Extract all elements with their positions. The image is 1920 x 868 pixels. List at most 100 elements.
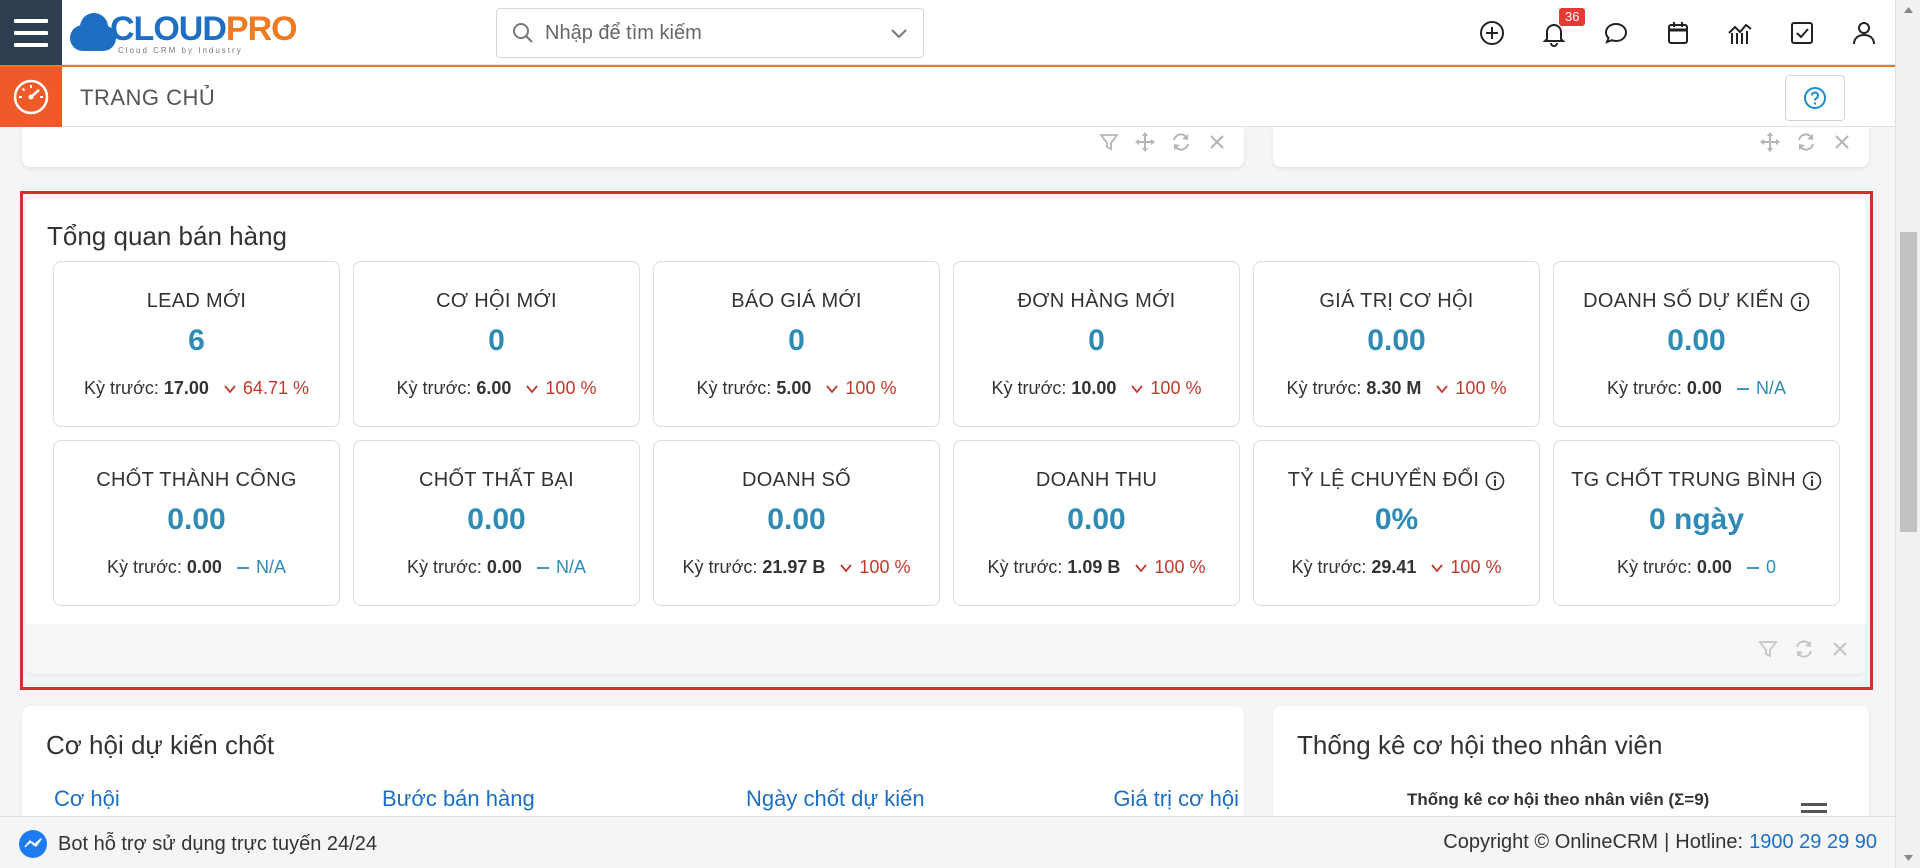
menu-toggle-button[interactable] xyxy=(0,0,62,65)
scroll-up-icon[interactable] xyxy=(1896,0,1920,20)
column-header-sales-stage[interactable]: Bước bán hàng xyxy=(382,786,535,812)
previous-period-value: 0.00 xyxy=(1686,378,1722,398)
kpi-label: BÁO GIÁ MỚI xyxy=(654,290,939,313)
trend-value: 100 % xyxy=(1150,378,1202,398)
kpi-label: GIÁ TRỊ CƠ HỘI xyxy=(1254,290,1539,313)
column-header-close-date[interactable]: Ngày chốt dự kiến xyxy=(746,786,925,812)
filter-icon xyxy=(1099,134,1119,151)
upper-widget-right xyxy=(1273,127,1869,167)
move-button[interactable] xyxy=(1134,131,1156,153)
scroll-down-icon[interactable] xyxy=(1896,848,1920,868)
search-input[interactable]: Nhập để tìm kiếm xyxy=(545,22,889,45)
kpi-grid: LEAD MỚI 6 Kỳ trước: 17.00 64.71 % CƠ HỘI MỚI… xyxy=(53,261,1844,606)
kpi-label: CƠ HỘI MỚI xyxy=(354,290,639,313)
chevron-down-icon xyxy=(224,384,236,393)
previous-period-label: Kỳ trước: xyxy=(84,378,159,398)
column-header-deal[interactable]: Cơ hội xyxy=(54,786,120,812)
info-icon[interactable] xyxy=(1802,471,1822,491)
kpi-previous-period: Kỳ trước: 0.00 N/A xyxy=(54,557,339,578)
trend-indicator: 100 % xyxy=(1134,557,1205,578)
search-box[interactable]: Nhập để tìm kiếm xyxy=(496,8,924,58)
footer-bar: Bot hỗ trợ sử dụng trực tuyến 24/24 Copy… xyxy=(0,816,1895,868)
kpi-value: 0.00 xyxy=(467,503,526,536)
kpi-label: ĐƠN HÀNG MỚI xyxy=(954,290,1239,313)
logo-text-cloud: CLOUD xyxy=(110,9,227,48)
chat-button[interactable] xyxy=(1585,0,1647,65)
kpi-card[interactable]: DOANH SỐ 0.00 Kỳ trước: 21.97 B 100 % xyxy=(653,440,940,606)
info-icon[interactable] xyxy=(1485,471,1505,491)
page-scrollbar[interactable] xyxy=(1895,0,1920,868)
trend-value: N/A xyxy=(255,557,286,577)
widget-title: Tổng quan bán hàng xyxy=(47,221,287,251)
dashboard-button[interactable] xyxy=(0,67,62,127)
question-circle-icon xyxy=(1804,87,1826,109)
tasks-button[interactable] xyxy=(1771,0,1833,65)
kpi-card[interactable]: ĐƠN HÀNG MỚI 0 Kỳ trước: 10.00 100 % xyxy=(953,261,1240,427)
dash-icon xyxy=(536,566,549,569)
move-button[interactable] xyxy=(1759,131,1781,153)
refresh-icon xyxy=(1173,133,1189,151)
kpi-label-text: TG CHỐT TRUNG BÌNH xyxy=(1571,469,1796,491)
notifications-button[interactable]: 36 xyxy=(1523,0,1586,65)
kpi-label-text: BÁO GIÁ MỚI xyxy=(731,290,862,312)
calendar-icon xyxy=(1668,21,1688,44)
kpi-value: 0 xyxy=(1088,324,1105,357)
trend-indicator: 100 % xyxy=(525,378,596,399)
scroll-thumb[interactable] xyxy=(1900,232,1917,532)
column-header-deal-value[interactable]: Giá trị cơ hội xyxy=(1113,786,1239,812)
refresh-button[interactable] xyxy=(1793,638,1815,660)
logo-tagline: Cloud CRM by Industry xyxy=(118,46,243,55)
kpi-label-text: DOANH SỐ xyxy=(741,469,852,491)
support-bot-link[interactable]: Bot hỗ trợ sử dụng trực tuyến 24/24 xyxy=(18,829,377,859)
user-profile-button[interactable] xyxy=(1833,0,1895,65)
messenger-icon xyxy=(19,830,47,858)
trend-value: 100 % xyxy=(545,378,597,398)
previous-period-label: Kỳ trước: xyxy=(987,557,1063,577)
kpi-label-text: DOANH SỐ DỰ KIẾN xyxy=(1583,290,1784,312)
kpi-card[interactable]: TỶ LỆ CHUYỂN ĐỔI 0% Kỳ trước: 29.41 100 % xyxy=(1253,440,1540,606)
close-button[interactable] xyxy=(1206,131,1228,153)
help-button[interactable] xyxy=(1785,75,1845,121)
previous-period-value: 0.00 xyxy=(486,557,522,577)
notification-count-badge: 36 xyxy=(1559,8,1586,26)
kpi-card[interactable]: CHỐT THÀNH CÔNG 0.00 Kỳ trước: 0.00 N/A xyxy=(53,440,340,606)
trend-indicator: 100 % xyxy=(839,557,910,578)
close-button[interactable] xyxy=(1829,638,1851,660)
filter-button[interactable] xyxy=(1757,638,1779,660)
chevron-down-icon xyxy=(1431,563,1444,572)
kpi-label: CHỐT THẤT BẠI xyxy=(354,469,639,492)
move-icon xyxy=(1760,132,1780,152)
refresh-button[interactable] xyxy=(1170,131,1192,153)
kpi-value: 0% xyxy=(1374,503,1419,536)
kpi-label-text: DOANH THU xyxy=(1035,469,1158,491)
reports-button[interactable] xyxy=(1709,0,1771,65)
kpi-card[interactable]: CƠ HỘI MỚI 0 Kỳ trước: 6.00 100 % xyxy=(353,261,640,427)
kpi-card[interactable]: CHỐT THẤT BẠI 0.00 Kỳ trước: 0.00 N/A xyxy=(353,440,640,606)
trend-indicator: 100 % xyxy=(1130,378,1201,399)
calendar-button[interactable] xyxy=(1647,0,1709,65)
kpi-label: LEAD MỚI xyxy=(54,290,339,313)
chevron-down-icon[interactable] xyxy=(889,23,909,43)
kpi-label-text: CHỐT THÀNH CÔNG xyxy=(96,469,297,491)
kpi-card[interactable]: TG CHỐT TRUNG BÌNH 0 ngày Kỳ trước: 0.00 0 xyxy=(1553,440,1840,606)
cloudpro-logo[interactable]: CLOUDPRO Cloud CRM by Industry xyxy=(70,6,298,56)
kpi-card[interactable]: LEAD MỚI 6 Kỳ trước: 17.00 64.71 % xyxy=(53,261,340,427)
close-button[interactable] xyxy=(1831,131,1853,153)
trend-indicator: N/A xyxy=(236,557,286,578)
kpi-card[interactable]: DOANH SỐ DỰ KIẾN 0.00 Kỳ trước: 0.00 N/A xyxy=(1553,261,1840,427)
quick-create-button[interactable] xyxy=(1461,0,1523,65)
filter-button[interactable] xyxy=(1098,131,1120,153)
upper-widget-left xyxy=(22,127,1244,167)
refresh-button[interactable] xyxy=(1795,131,1817,153)
filter-icon xyxy=(1758,641,1778,658)
kpi-label-text: TỶ LỆ CHUYỂN ĐỔI xyxy=(1287,469,1480,491)
info-icon[interactable] xyxy=(1790,292,1810,312)
close-icon xyxy=(1833,642,1847,656)
kpi-card[interactable]: DOANH THU 0.00 Kỳ trước: 1.09 B 100 % xyxy=(953,440,1240,606)
hotline-number-link[interactable]: 1900 29 29 90 xyxy=(1749,831,1877,854)
kpi-label: TG CHỐT TRUNG BÌNH xyxy=(1554,469,1839,492)
kpi-card[interactable]: BÁO GIÁ MỚI 0 Kỳ trước: 5.00 100 % xyxy=(653,261,940,427)
page-header: TRANG CHỦ xyxy=(0,65,1895,127)
kpi-card[interactable]: GIÁ TRỊ CƠ HỘI 0.00 Kỳ trước: 8.30 M 100 % xyxy=(1253,261,1540,427)
support-bot-text: Bot hỗ trợ sử dụng trực tuyến 24/24 xyxy=(58,832,377,855)
